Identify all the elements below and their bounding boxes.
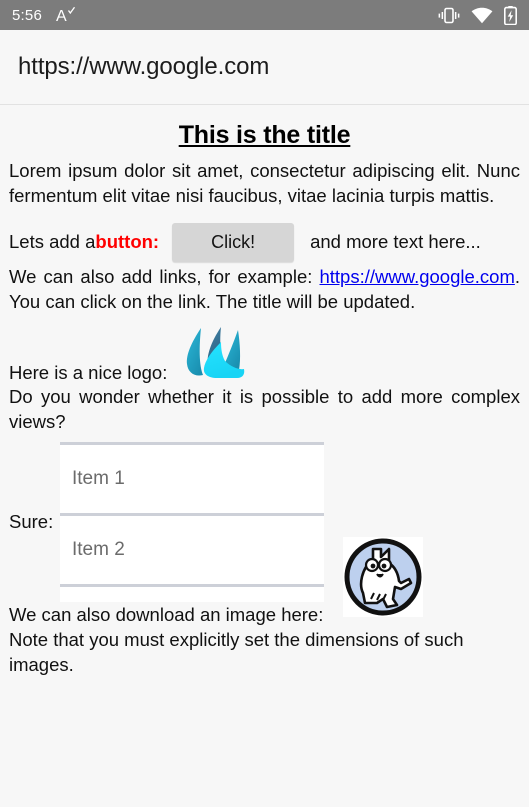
blue-flame-logo [181,325,253,386]
link-paragraph: We can also add links, for example: http… [4,264,525,314]
button-row-emphasis: button: [95,231,160,252]
list-item[interactable]: Item 2 [60,516,324,587]
simons-cat-logo [343,537,423,617]
status-bar: 5:56 A [0,0,529,30]
list-section: Sure: Item 1 Item 2 [4,442,525,602]
svg-text:A: A [56,8,67,24]
click-button[interactable]: Click! [172,222,295,262]
link-text-before: We can also add links, for example: [9,266,320,287]
wifi-icon [471,7,493,24]
status-bar-clock: 5:56 [12,6,42,24]
button-row-text-before: Lets add a [9,231,96,252]
question-paragraph: Do you wonder whether it is possible to … [9,386,520,432]
button-row-text-after: and more text here... [310,231,481,252]
list-item[interactable]: Item 1 [60,445,324,516]
image-section: We can also download an image here: Note… [4,537,525,677]
browser-url-bar[interactable]: https://www.google.com [0,30,529,105]
intro-paragraph: Lorem ipsum dolor sit amet, consectetur … [9,160,520,206]
battery-charging-icon [504,5,517,25]
list-item[interactable] [60,587,324,602]
google-link[interactable]: https://www.google.com [319,266,514,287]
logo-row: Here is a nice logo: [4,322,525,384]
logo-row-label: Here is a nice logo: [9,362,168,383]
status-bar-left: 5:56 A [12,6,76,24]
status-bar-right [438,5,517,25]
url-text[interactable]: https://www.google.com [18,53,269,81]
scrollable-list-view[interactable]: Item 1 Item 2 [60,442,324,602]
page-title: This is the title [178,121,351,149]
font-size-a-check-icon: A [56,6,76,24]
button-row: Lets add a button: Click! and more text … [4,220,525,264]
image-note: Note that you must explicitly set the di… [9,629,464,675]
vibrate-icon [438,7,460,24]
list-section-label: Sure: [9,511,54,532]
image-caption: We can also download an image here: [9,604,324,625]
page-content: This is the title Lorem ipsum dolor sit … [0,105,529,677]
